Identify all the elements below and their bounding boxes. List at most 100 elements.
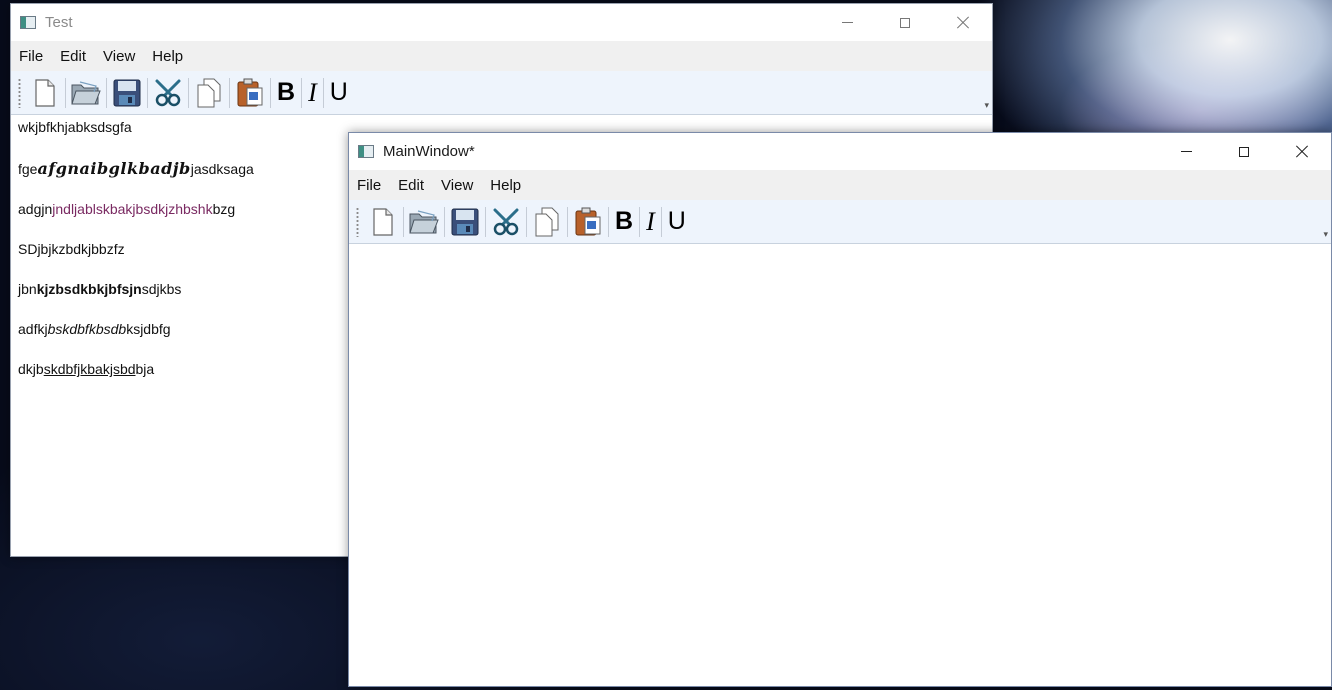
underline-button[interactable]: U (326, 75, 352, 111)
paragraph-text: wkjbfkhjabksdsgfa (18, 119, 132, 135)
toolbar-grip[interactable] (356, 206, 359, 237)
main-window[interactable]: MainWindow* File Edit View Help B I U ▾ (348, 132, 1332, 687)
new-file-icon (373, 207, 393, 236)
caption-buttons (1157, 133, 1331, 170)
copy-button[interactable] (529, 204, 565, 240)
paragraph-text: bzg (212, 201, 236, 217)
menu-file[interactable]: File (11, 48, 51, 65)
toolbar-separator (639, 206, 641, 237)
cut-button[interactable] (488, 204, 524, 240)
toolbar-separator (444, 206, 445, 237)
underline-button[interactable]: U (664, 204, 690, 240)
toolbar-separator (188, 77, 189, 108)
toolbar-separator (660, 206, 662, 237)
new-button[interactable] (365, 204, 401, 240)
menu-help[interactable]: Help (144, 48, 191, 65)
menu-file[interactable]: File (349, 177, 389, 194)
close-button[interactable] (1273, 133, 1331, 170)
close-icon (1295, 145, 1309, 159)
maximize-button[interactable] (1215, 133, 1273, 170)
paste-button[interactable] (570, 204, 606, 240)
toolbar-separator (270, 77, 271, 108)
close-button[interactable] (934, 4, 992, 41)
paragraph-text: fge (18, 161, 38, 177)
italic-button[interactable]: I (642, 204, 659, 240)
toolbar-separator (65, 77, 66, 108)
caption-buttons (818, 4, 992, 41)
toolbar-separator (608, 206, 609, 237)
toolbar-separator (301, 77, 303, 108)
save-button[interactable] (109, 75, 145, 111)
maximize-icon (900, 17, 910, 28)
paragraph-text: adgjn (18, 201, 53, 217)
new-button[interactable] (27, 75, 63, 111)
paste-icon (237, 78, 263, 106)
paragraph-text: jbn (18, 281, 37, 297)
window-title: Test (45, 14, 73, 31)
paragraph-text: SDjbjkzbdkjbbzfz (18, 241, 125, 257)
open-folder-icon (71, 80, 101, 104)
toolbar-separator (322, 77, 324, 108)
colored-text: jndljablskbakjbsdkjzhbshk (52, 201, 213, 217)
toolbar-separator (106, 77, 107, 108)
close-icon (956, 16, 970, 30)
maximize-button[interactable] (876, 4, 934, 41)
toolbar-separator (485, 206, 486, 237)
italic-text: bskdbfkbsdb (47, 321, 127, 337)
copy-button[interactable] (191, 75, 227, 111)
maximize-icon (1239, 146, 1249, 157)
toolbar-separator (403, 206, 404, 237)
bold-button[interactable]: B (611, 204, 637, 240)
italic-button[interactable]: I (304, 75, 321, 111)
bold-button[interactable]: B (273, 75, 299, 111)
title-bar[interactable]: Test (11, 4, 992, 41)
menu-view[interactable]: View (95, 48, 143, 65)
paste-button[interactable] (232, 75, 268, 111)
paragraph-text: bja (135, 361, 155, 377)
cut-scissors-icon (493, 208, 519, 235)
paragraph-text: sdjkbs (141, 281, 182, 297)
menu-edit[interactable]: Edit (390, 177, 432, 194)
menu-help[interactable]: Help (482, 177, 529, 194)
cut-scissors-icon (155, 79, 181, 106)
save-disk-icon (113, 79, 141, 106)
fancy-font-text: afgnaibglkbadjb (37, 159, 191, 178)
underlined-text: skdbfjkbakjsbd (43, 361, 136, 377)
toolbar-grip[interactable] (18, 77, 21, 108)
copy-icon (197, 78, 221, 107)
open-button[interactable] (406, 204, 442, 240)
minimize-button[interactable] (1157, 133, 1215, 170)
bold-text: kjzbsdkbkjbfsjn (36, 281, 142, 297)
app-icon (358, 145, 374, 158)
new-file-icon (35, 78, 55, 107)
copy-icon (535, 207, 559, 236)
cut-button[interactable] (150, 75, 186, 111)
toolbar-extension-button[interactable]: ▾ (1323, 229, 1328, 240)
toolbar-separator (526, 206, 527, 237)
paragraph-text: jasdksaga (190, 161, 254, 177)
save-button[interactable] (447, 204, 483, 240)
toolbar-separator (147, 77, 148, 108)
menu-edit[interactable]: Edit (52, 48, 94, 65)
open-folder-icon (409, 209, 439, 233)
paste-icon (575, 207, 601, 235)
minimize-icon (841, 22, 853, 23)
paragraph-text: ksjdbfg (126, 321, 171, 337)
toolbar: B I U ▾ (11, 71, 992, 115)
paragraph-text: dkjb (18, 361, 44, 377)
open-button[interactable] (68, 75, 104, 111)
menu-bar: File Edit View Help (11, 41, 992, 71)
paragraph-text: adfkj (18, 321, 48, 337)
toolbar-separator (567, 206, 568, 237)
menu-bar: File Edit View Help (349, 170, 1331, 200)
toolbar-separator (229, 77, 230, 108)
toolbar: B I U ▾ (349, 200, 1331, 244)
minimize-button[interactable] (818, 4, 876, 41)
toolbar-extension-button[interactable]: ▾ (984, 100, 989, 111)
text-editor[interactable] (349, 244, 1331, 686)
save-disk-icon (451, 208, 479, 235)
title-bar[interactable]: MainWindow* (349, 133, 1331, 170)
minimize-icon (1180, 151, 1192, 152)
window-title: MainWindow* (383, 143, 475, 160)
menu-view[interactable]: View (433, 177, 481, 194)
